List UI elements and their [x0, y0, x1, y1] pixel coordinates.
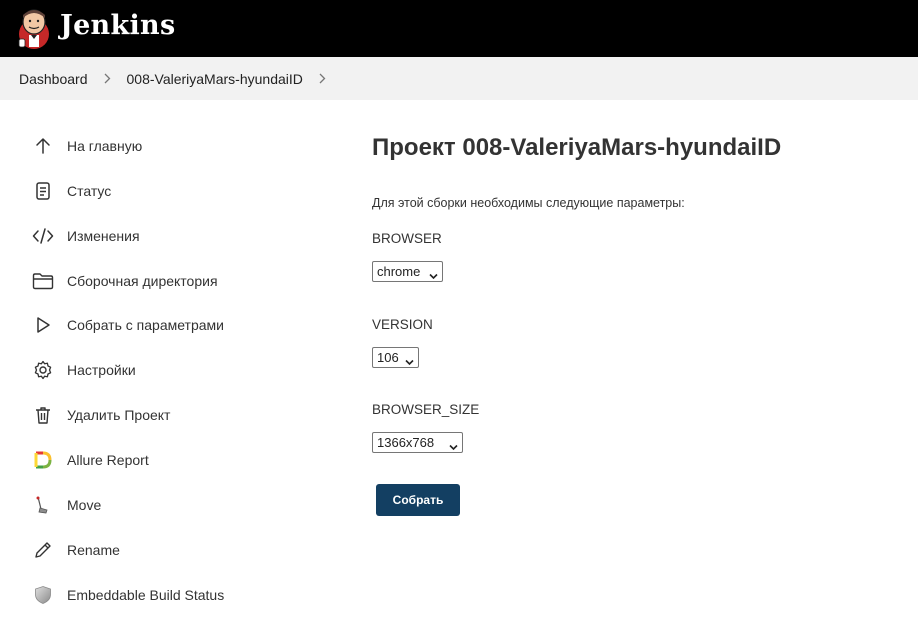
top-header: Jenkins [0, 0, 918, 57]
version-select[interactable]: 106 [372, 347, 419, 368]
sidebar-item-label: Удалить Проект [67, 407, 171, 423]
sidebar-item-label: На главную [67, 138, 143, 154]
page-title: Проект 008-ValeriyaMars-hyundaiID [372, 134, 782, 161]
breadcrumb-project[interactable]: 008-ValeriyaMars-hyundaiID [127, 71, 303, 87]
chevron-right-icon[interactable] [319, 73, 326, 84]
breadcrumb-dashboard[interactable]: Dashboard [19, 71, 88, 87]
sidebar-item-configure[interactable]: Настройки [32, 355, 136, 385]
version-select-value: 106 [377, 350, 399, 365]
sidebar-item-delete-project[interactable]: Удалить Проект [32, 400, 170, 430]
sidebar-item-home[interactable]: На главную [32, 131, 142, 161]
sidebar-item-changes[interactable]: Изменения [32, 221, 140, 251]
build-button[interactable]: Собрать [376, 484, 460, 516]
sidebar-item-status[interactable]: Статус [32, 176, 111, 206]
chevron-down-icon [405, 354, 414, 369]
browser-select[interactable]: chrome [372, 261, 443, 282]
arrow-up-icon [32, 135, 54, 157]
document-icon [32, 180, 54, 202]
gear-icon [32, 359, 54, 381]
allure-icon [32, 449, 54, 471]
chevron-right-icon [104, 73, 111, 84]
sidebar-item-workspace[interactable]: Сборочная директория [32, 266, 218, 296]
sidebar-item-allure-report[interactable]: Allure Report [32, 445, 149, 475]
chevron-down-icon [429, 268, 438, 283]
move-icon [32, 494, 54, 516]
sidebar-item-label: Изменения [67, 228, 140, 244]
params-description: Для этой сборки необходимы следующие пар… [372, 196, 685, 210]
sidebar-item-label: Rename [67, 542, 120, 558]
sidebar-item-label: Move [67, 497, 102, 513]
folder-icon [32, 270, 54, 292]
sidebar-item-build-with-params[interactable]: Собрать с параметрами [32, 310, 224, 340]
sidebar-item-label: Собрать с параметрами [67, 317, 224, 333]
sidebar-item-label: Allure Report [67, 452, 149, 468]
breadcrumb: Dashboard 008-ValeriyaMars-hyundaiID [0, 57, 918, 100]
browser-size-select-value: 1366x768 [377, 435, 435, 450]
code-icon [32, 225, 54, 247]
pencil-icon [32, 539, 54, 561]
param-name-version: VERSION [372, 317, 433, 332]
browser-size-select[interactable]: 1366x768 [372, 432, 463, 453]
chevron-down-icon [449, 439, 458, 454]
browser-select-value: chrome [377, 264, 421, 279]
sidebar-item-rename[interactable]: Rename [32, 535, 120, 565]
param-name-browser-size: BROWSER_SIZE [372, 402, 480, 417]
sidebar-item-move[interactable]: Move [32, 490, 101, 520]
shield-icon [32, 584, 54, 606]
trash-icon [32, 404, 54, 426]
play-icon [32, 314, 54, 336]
sidebar-item-label: Статус [67, 183, 112, 199]
sidebar-item-label: Настройки [67, 362, 136, 378]
param-name-browser: BROWSER [372, 231, 442, 246]
sidebar-item-label: Embeddable Build Status [67, 587, 225, 603]
brand-name[interactable]: Jenkins [60, 10, 175, 41]
sidebar-item-embeddable-build-status[interactable]: Embeddable Build Status [32, 580, 224, 610]
sidebar-item-label: Сборочная директория [67, 273, 218, 289]
jenkins-logo-icon[interactable] [17, 6, 51, 50]
